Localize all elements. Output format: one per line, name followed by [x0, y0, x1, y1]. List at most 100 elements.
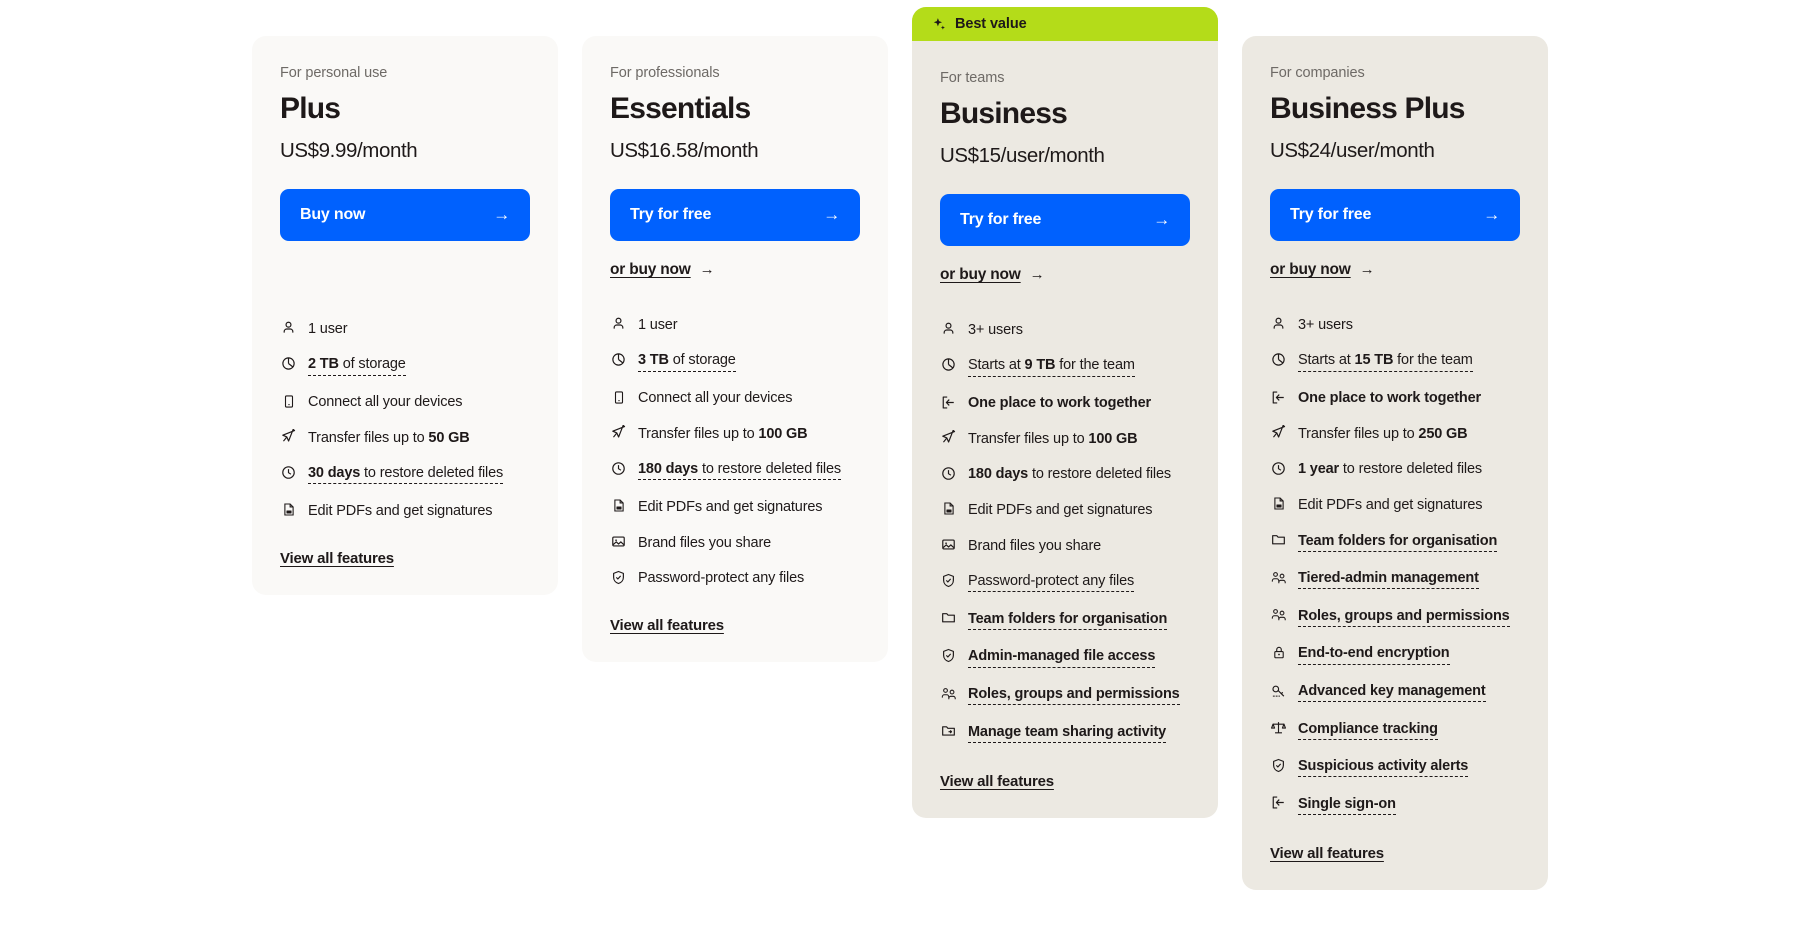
- feature-label[interactable]: 2 TB of storage: [308, 354, 406, 376]
- feature-item: Edit PDFs and get signatures: [280, 501, 530, 520]
- cta-label: Try for free: [630, 205, 712, 223]
- feature-item: Connect all your devices: [610, 388, 860, 407]
- feature-label[interactable]: Advanced key management: [1298, 681, 1486, 703]
- or-buy-now-link[interactable]: or buy now →: [940, 266, 1045, 284]
- pie-chart-storage-icon: [280, 354, 297, 372]
- view-all-features-link[interactable]: View all features: [280, 550, 394, 567]
- feature-label: One place to work together: [1298, 390, 1482, 407]
- feature-item: Compliance tracking: [1270, 719, 1520, 740]
- or-buy-now-label: or buy now: [1270, 260, 1351, 278]
- feature-item: Password-protect any files: [940, 571, 1190, 593]
- feature-label[interactable]: 180 days to restore deleted files: [638, 459, 841, 481]
- feature-label: Edit PDFs and get signatures: [638, 498, 823, 515]
- padlock-icon: [1270, 643, 1287, 661]
- people-admin-icon: [1270, 606, 1287, 624]
- people-admin-icon: [940, 684, 957, 702]
- feature-label[interactable]: Team folders for organisation: [968, 609, 1167, 630]
- feature-label[interactable]: 30 days to restore deleted files: [308, 463, 503, 485]
- feature-item: Edit PDFs and get signatures: [610, 497, 860, 516]
- feature-label: 180 days to restore deleted files: [968, 466, 1172, 483]
- shield-check-icon: [940, 571, 957, 589]
- feature-label: 1 user: [308, 320, 348, 337]
- view-all-features-link[interactable]: View all features: [610, 617, 724, 634]
- feature-item: 3+ users: [940, 320, 1190, 339]
- plan-price: US$16.58/month: [610, 138, 759, 162]
- view-all-features-link[interactable]: View all features: [940, 773, 1054, 790]
- flex-spacer: [280, 520, 530, 550]
- feature-label[interactable]: Tiered-admin management: [1298, 568, 1479, 590]
- folder-icon: [940, 609, 957, 627]
- folder-share-icon: [940, 722, 957, 740]
- feature-label[interactable]: Single sign-on: [1298, 794, 1396, 816]
- feature-label[interactable]: Starts at 15 TB for the team: [1298, 350, 1473, 372]
- user-icon: [610, 315, 627, 333]
- feature-label[interactable]: 3 TB of storage: [638, 350, 736, 372]
- feature-item: Team folders for organisation: [1270, 531, 1520, 552]
- feature-item: Transfer files up to 100 GB: [940, 429, 1190, 448]
- plan-eyebrow: For teams: [940, 70, 1005, 86]
- feature-label: 1 user: [638, 316, 678, 333]
- feature-item: Manage team sharing activity: [940, 722, 1190, 743]
- feature-item: Roles, groups and permissions: [1270, 606, 1520, 627]
- arrow-right-icon: →: [1483, 204, 1500, 224]
- or-buy-now-link[interactable]: or buy now →: [1270, 260, 1375, 279]
- plan-eyebrow: For personal use: [280, 65, 388, 81]
- flex-spacer: [610, 587, 860, 617]
- feature-label[interactable]: Team folders for organisation: [1298, 531, 1497, 552]
- badge-label: Best value: [955, 16, 1027, 32]
- feature-list: 1 user 2 TB of storage Connect all your de…: [280, 319, 530, 520]
- feature-label[interactable]: Starts at 9 TB for the team: [968, 355, 1135, 377]
- feature-item: 30 days to restore deleted files: [280, 463, 530, 485]
- cta-spacer: [280, 241, 530, 283]
- feature-label[interactable]: Admin-managed file access: [968, 646, 1155, 668]
- cta-button-business-plus[interactable]: Try for free →: [1270, 188, 1520, 241]
- sparkle-icon: [932, 17, 947, 32]
- view-all-features-link[interactable]: View all features: [1270, 845, 1384, 862]
- feature-label[interactable]: Roles, groups and permissions: [1298, 606, 1510, 627]
- flex-spacer: [940, 743, 1190, 773]
- plan-card-business: Best value For teams Business US$15/user/mo…: [912, 7, 1218, 818]
- cta-button-business[interactable]: Try for free →: [940, 193, 1190, 246]
- shield-check-icon: [940, 646, 957, 664]
- feature-label: Edit PDFs and get signatures: [968, 501, 1153, 518]
- feature-label[interactable]: Manage team sharing activity: [968, 722, 1166, 743]
- mobile-device-icon: [610, 388, 627, 406]
- shield-check-icon: [1270, 756, 1287, 774]
- clock-restore-icon: [280, 463, 297, 481]
- cta-button-plus[interactable]: Buy now →: [280, 188, 530, 241]
- feature-label: 3+ users: [968, 321, 1023, 338]
- feature-item: Transfer files up to 100 GB: [610, 424, 860, 443]
- feature-label[interactable]: Compliance tracking: [1298, 719, 1438, 740]
- feature-item: End-to-end encryption: [1270, 643, 1520, 665]
- feature-label: Brand files you share: [638, 534, 772, 551]
- feature-label: Transfer files up to 100 GB: [638, 425, 808, 442]
- feature-label[interactable]: Roles, groups and permissions: [968, 684, 1180, 706]
- scales-compliance-icon: [1270, 719, 1287, 737]
- feature-item: 180 days to restore deleted files: [610, 459, 860, 481]
- pdf-document-icon: [280, 501, 297, 519]
- feature-item: Edit PDFs and get signatures: [940, 500, 1190, 519]
- arrow-right-icon: →: [1359, 261, 1375, 279]
- feature-list: 3+ users Starts at 15 TB for the team One …: [1270, 315, 1520, 816]
- cta-button-essentials[interactable]: Try for free →: [610, 188, 860, 241]
- arrow-right-icon: →: [493, 204, 510, 224]
- image-branding-icon: [610, 533, 627, 551]
- feature-label: Transfer files up to 50 GB: [308, 429, 470, 446]
- clock-restore-icon: [610, 459, 627, 477]
- cta-label: Buy now: [300, 205, 366, 223]
- shield-check-icon: [610, 568, 627, 586]
- feature-item: Advanced key management: [1270, 681, 1520, 703]
- plan-name: Plus: [280, 92, 341, 125]
- or-buy-now-label: or buy now: [610, 260, 691, 278]
- feature-item: Edit PDFs and get signatures: [1270, 495, 1520, 514]
- feature-item: 3 TB of storage: [610, 350, 860, 372]
- user-icon: [940, 320, 957, 338]
- plan-eyebrow: For companies: [1270, 65, 1365, 81]
- or-buy-now-link[interactable]: or buy now →: [610, 260, 715, 279]
- feature-label: 1 year to restore deleted files: [1298, 461, 1482, 478]
- plan-card-plus: For personal use Plus US$9.99/month Buy now…: [252, 36, 558, 596]
- feature-label[interactable]: Suspicious activity alerts: [1298, 756, 1468, 778]
- feature-label[interactable]: Password-protect any files: [968, 571, 1134, 593]
- feature-label: 3+ users: [1298, 316, 1353, 333]
- feature-label[interactable]: End-to-end encryption: [1298, 643, 1450, 665]
